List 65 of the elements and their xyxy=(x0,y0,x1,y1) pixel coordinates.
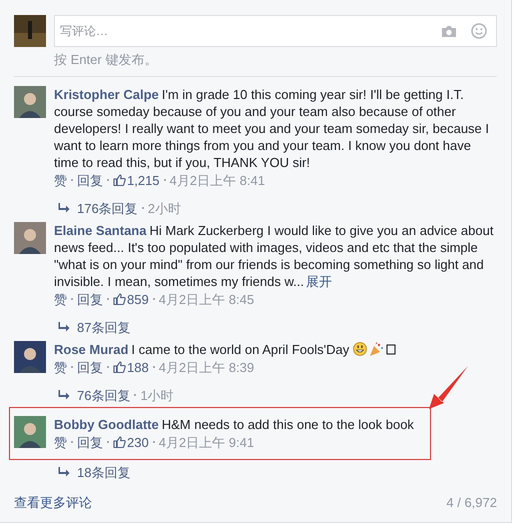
reply-link[interactable]: 回复 xyxy=(77,434,103,450)
avatar[interactable] xyxy=(14,222,46,254)
like-count: 1,215 xyxy=(127,172,160,188)
reply-arrow-icon xyxy=(58,322,70,332)
separator-dot xyxy=(107,441,109,443)
like-link[interactable]: 赞 xyxy=(54,434,67,450)
separator-dot xyxy=(134,394,136,396)
avatar[interactable] xyxy=(14,86,46,118)
hint-text: 按 Enter 键发布。 xyxy=(54,51,158,69)
timestamp: 4月2日上午 8:39 xyxy=(158,358,254,376)
comment-text: Bobby Goodlatte H&M needs to add this one to the look book xyxy=(54,416,414,432)
replies-link[interactable]: 87条回复 xyxy=(77,318,130,336)
separator-dot xyxy=(107,298,109,300)
timestamp: 4月2日上午 9:41 xyxy=(158,434,254,450)
reply-link[interactable]: 回复 xyxy=(77,172,103,188)
separator-dot xyxy=(71,366,73,368)
expand-link[interactable]: 展开 xyxy=(306,274,332,288)
separator-dot xyxy=(152,366,155,368)
like-count: 188 xyxy=(127,358,149,376)
timestamp: 4月2日上午 8:41 xyxy=(170,172,265,188)
missing-glyph-icon xyxy=(386,344,396,354)
like-count: 859 xyxy=(127,290,149,308)
timestamp: 4月2日上午 8:45 xyxy=(158,290,254,308)
reply-link[interactable]: 回复 xyxy=(77,290,103,308)
like-count: 230 xyxy=(127,434,149,450)
replies-link[interactable]: 18条回复 xyxy=(77,464,130,480)
comment-text: Rose Murad I came to the world on April Fools'Day xyxy=(54,340,350,358)
author-link[interactable]: Elaine Santana xyxy=(54,222,146,238)
view-more-comments-link[interactable]: 查看更多评论 xyxy=(14,492,92,512)
replies-link[interactable]: 176条回复 xyxy=(77,200,138,216)
separator-dot xyxy=(71,179,73,181)
separator-dot xyxy=(71,298,73,300)
comment-box[interactable]: 写评论… xyxy=(54,15,497,47)
party-popper-icon xyxy=(369,342,384,356)
separator-dot xyxy=(142,207,144,209)
reply-arrow-icon xyxy=(58,467,70,477)
avatar[interactable] xyxy=(14,416,46,448)
comment-field[interactable]: 写评论… xyxy=(60,22,441,40)
separator-dot xyxy=(71,441,73,443)
separator-dot xyxy=(164,179,166,181)
thumbs-up-icon xyxy=(113,436,126,448)
avatar xyxy=(14,15,46,47)
thumbs-up-icon xyxy=(113,174,126,186)
like-link[interactable]: 赞 xyxy=(54,358,67,376)
timestamp: 1小时 xyxy=(140,386,174,404)
comment-text: Elaine Santana Hi Mark Zuckerberg I would like to give you an advice about news feed... It's too populated with images, videos and etc that the simple "what is on your mind" from our friends is becoming something so light and invisible. I mean, sometimes my friends w...展开 xyxy=(54,222,494,290)
reply-link[interactable]: 回复 xyxy=(77,358,103,376)
author-link[interactable]: Bobby Goodlatte xyxy=(54,416,159,432)
like-link[interactable]: 赞 xyxy=(54,172,67,188)
separator-dot xyxy=(152,298,155,300)
reply-arrow-icon xyxy=(58,390,70,400)
like-link[interactable]: 赞 xyxy=(54,290,67,308)
thumbs-up-icon xyxy=(113,361,126,373)
separator-dot xyxy=(107,366,109,368)
author-link[interactable]: Rose Murad xyxy=(54,342,128,356)
replies-link[interactable]: 76条回复 xyxy=(77,386,130,404)
timestamp: 2小时 xyxy=(148,200,181,216)
comment-count: 4 / 6,972 xyxy=(446,494,497,512)
reply-arrow-icon xyxy=(58,203,70,213)
separator-dot xyxy=(107,179,109,181)
author-link[interactable]: Kristopher Calpe xyxy=(54,86,159,102)
comment-text: Kristopher Calpe I'm in grade 10 this coming year sir! I'll be getting I.T. course someday because of you and your team also because of other developers! I really want to meet you and your team someday sir, because I want to learn more things from you and your team. I know you dont have time to read this, but if you, THANK YOU sir! xyxy=(54,86,490,170)
avatar[interactable] xyxy=(14,340,46,372)
thumbs-up-icon xyxy=(113,293,126,305)
separator-dot xyxy=(152,441,155,443)
